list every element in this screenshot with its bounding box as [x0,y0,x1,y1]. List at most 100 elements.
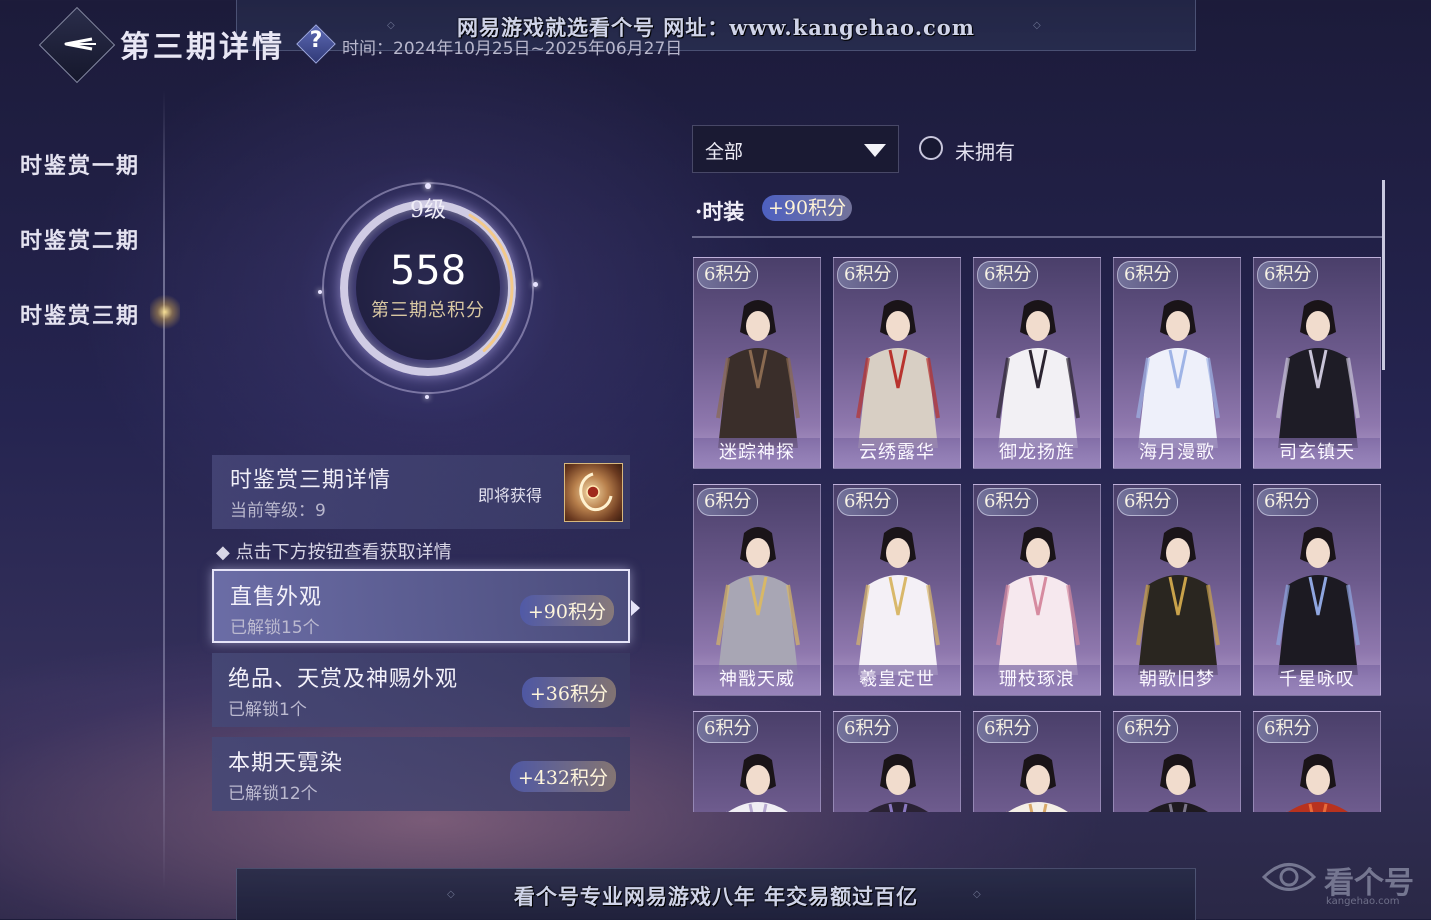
outfit-name: 羲皇定世 [834,665,960,695]
outfit-points-badge: 6积分 [1257,488,1319,516]
back-arrow-icon[interactable] [56,30,98,58]
chevron-down-icon [864,144,886,157]
ring-ornament-dot [533,282,538,287]
ring-ornament-dot [425,183,431,189]
outfit-figure-icon [716,527,800,675]
outfit-name: 朝歌旧梦 [1114,665,1240,695]
outfit-points-badge: 6积分 [1257,715,1319,743]
outfit-figure-icon [856,527,940,675]
section-points-badge: +90积分 [762,195,853,221]
outfit-card[interactable]: 6积分海月漫歌 [1113,257,1241,469]
category-unlocked-count: 已解锁15个 [230,618,320,638]
outfit-points-badge: 6积分 [1117,715,1179,743]
outfit-name: 神戬天威 [694,665,820,695]
outfit-points-badge: 6积分 [837,488,899,516]
section-title-text: 时装 [702,199,745,224]
outfit-name: 云绣露华 [834,438,960,468]
outfit-name: 迷踪神探 [694,438,820,468]
outfit-points-badge: 6积分 [697,715,759,743]
bottom-watermark-text: 看个号专业网易游戏八年 年交易额过百亿 [513,884,919,909]
filter-dropdown[interactable]: 全部 [692,125,899,173]
watermark-eye-icon [1261,863,1317,891]
bottom-watermark-banner: ◇ ◇ 看个号专业网易游戏八年 年交易额过百亿 [236,868,1196,920]
outfit-card[interactable]: 6积分朝歌旧梦 [1113,484,1241,696]
page-title: 第三期详情 [120,30,285,65]
level-label: 9级 [410,198,446,223]
category-unlocked-count: 已解锁12个 [228,784,318,804]
outfit-figure-icon [725,754,791,812]
outfit-points-badge: 6积分 [837,261,899,289]
nav-selected-indicator-icon [150,292,180,332]
category-points-badge: +432积分 [509,761,616,792]
nav-item-period-3[interactable]: 时鉴赏三期 [20,298,140,330]
section-divider [692,236,1382,238]
outfit-card[interactable]: 6积分迷踪神探 [693,257,821,469]
outfit-card[interactable]: 6积分 [1253,711,1381,812]
outfit-points-badge: 6积分 [697,261,759,289]
watermark-url: kangehao.com [1326,896,1400,907]
period-detail-title: 时鉴赏三期详情 [230,468,392,493]
category-title: 直售外观 [230,585,323,610]
outfit-card[interactable]: 6积分 [973,711,1101,812]
outfit-card[interactable]: 6积分 [1113,711,1241,812]
nav-divider [163,90,165,890]
category-dye-button[interactable]: 本期天霓染 已解锁12个 +432积分 [212,737,630,811]
outfit-points-badge: 6积分 [977,261,1039,289]
not-owned-radio[interactable] [919,136,943,160]
outfit-points-badge: 6积分 [977,715,1039,743]
hint-text: ◆ 点击下方按钮查看获取详情 [216,542,452,563]
category-points-badge: +90积分 [519,595,614,626]
outfit-name: 海月漫歌 [1114,438,1240,468]
outfit-points-badge: 6积分 [977,488,1039,516]
help-icon-glyph[interactable]: ? [304,28,328,53]
outfit-points-badge: 6积分 [837,715,899,743]
category-premium-button[interactable]: 绝品、天赏及神赐外观 已解锁1个 +36积分 [212,653,630,727]
nav-item-period-1[interactable]: 时鉴赏一期 [20,148,140,180]
outfit-figure-icon [716,300,800,448]
nav-item-period-2[interactable]: 时鉴赏二期 [20,223,140,255]
outfit-points-badge: 6积分 [697,488,759,516]
outfit-card[interactable]: 6积分御龙扬旌 [973,257,1101,469]
outfit-name: 御龙扬旌 [974,438,1100,468]
active-category-pointer-icon [631,600,640,616]
outfit-card[interactable]: 6积分神戬天威 [693,484,821,696]
ring-ornament-dot [318,290,322,294]
outfit-figure-icon [1136,527,1220,675]
outfit-card[interactable]: 6积分 司玄镇天 [1253,257,1381,469]
filter-dropdown-value: 全部 [705,141,744,163]
outfit-points-badge: 6积分 [1117,261,1179,289]
outfit-figure-icon [1005,754,1071,812]
current-level: 当前等级：9 [230,501,326,521]
outfit-name: 司玄镇天 [1254,438,1380,468]
total-score-label: 第三期总积分 [371,300,485,321]
outfit-figure-icon [1285,754,1351,812]
outfit-card[interactable]: 6积分云绣露华 [833,257,961,469]
category-title: 绝品、天赏及神赐外观 [228,667,459,692]
hint-label: 点击下方按钮查看获取详情 [235,542,452,563]
outfit-card[interactable]: 6积分 珊枝琢浪 [973,484,1101,696]
period-time: 时间：2024年10月25日~2025年06月27日 [342,39,683,59]
outfit-figure-icon [856,300,940,448]
outfit-card[interactable]: 6积分千星咏叹 [1253,484,1381,696]
upcoming-reward-label: 即将获得 [478,486,543,505]
outfit-card[interactable]: 6积分羲皇定世 [833,484,961,696]
total-score: 558 [389,248,467,294]
ring-ornament-dot [425,395,429,399]
outfit-card[interactable]: 6积分 [693,711,821,812]
outfit-card[interactable]: 6积分 [833,711,961,812]
category-direct-sale-button[interactable]: 直售外观 已解锁15个 +90积分 [212,569,630,643]
outfit-name: 千星咏叹 [1254,665,1380,695]
outfit-figure-icon [1136,300,1220,448]
outfit-grid: 6积分 迷踪神探 6积分 云绣露华 6积分 御龙扬旌 6积分 海月漫歌 6积分 司玄镇天 6积分 神戬… [692,255,1387,812]
outfit-figure-icon [996,527,1080,675]
upcoming-reward-icon[interactable] [564,463,623,522]
outfit-figure-icon [1276,527,1360,675]
outfit-figure-icon [865,754,931,812]
outfit-figure-icon [1276,300,1360,448]
category-unlocked-count: 已解锁1个 [228,700,307,720]
category-points-badge: +36积分 [521,677,616,708]
reward-emblem-icon [579,472,613,512]
not-owned-label[interactable]: 未拥有 [955,136,1015,165]
outfit-figure-icon [1145,754,1211,812]
outfit-points-badge: 6积分 [1117,488,1179,516]
